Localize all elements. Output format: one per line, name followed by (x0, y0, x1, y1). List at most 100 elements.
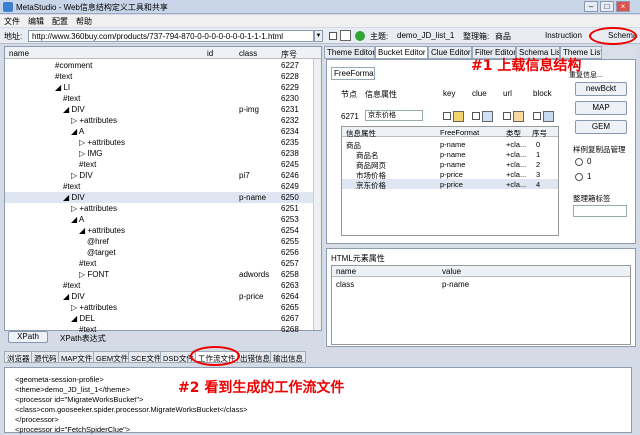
bucket-table-row[interactable]: 京东价格 p-price +cla... 4 (342, 179, 558, 190)
html-attr-h-value: value (442, 267, 462, 276)
url-input[interactable]: http://www.360buy.com/products/737-794-8… (28, 30, 314, 42)
minimize-button[interactable]: – (584, 1, 598, 12)
tree-row[interactable]: ◢ A 6234 (5, 126, 321, 137)
menu-config[interactable]: 配置 (48, 15, 72, 28)
tree-row[interactable]: ◢ LI 6229 (5, 82, 321, 93)
bucket-cell-f: p-name (440, 140, 466, 149)
tree-node-name: #text (79, 160, 97, 169)
key-icon[interactable] (453, 111, 464, 122)
tree-node-name: #text (63, 281, 81, 290)
clue-checkbox[interactable] (472, 112, 480, 120)
instruction-link[interactable]: Instruction (545, 31, 582, 40)
url-checkbox[interactable] (503, 112, 511, 120)
url-dropdown-button[interactable]: ▼ (314, 30, 323, 42)
tree-scrollbar[interactable] (313, 59, 321, 330)
tab-browser[interactable]: 浏览器 (4, 351, 33, 363)
clue-icon[interactable] (482, 111, 493, 122)
tree-node-name: ◢ DIV (63, 193, 85, 202)
tree-node-name: #text (63, 182, 81, 191)
tab-map-file[interactable]: MAP文件 (58, 351, 96, 363)
tree-row[interactable]: #text 6228 (5, 71, 321, 82)
tree-row[interactable]: #comment 6227 (5, 60, 321, 71)
maximize-button[interactable]: □ (600, 1, 614, 12)
bucket-cell-f: p-name (440, 160, 466, 169)
tab-clue-editor[interactable]: Clue Editor (428, 46, 472, 59)
tree-header-class: class (239, 49, 258, 58)
tree-row[interactable]: ▷ IMG 6238 (5, 148, 321, 159)
tree-row[interactable]: ◢ DIV p-name 6250 (5, 192, 321, 203)
attr-input[interactable]: 京东价格 (365, 110, 423, 121)
tree-node-seq: 6230 (281, 94, 299, 103)
map-button[interactable]: MAP (575, 101, 627, 115)
annotation-2: #2 看到生成的工作流文件 (178, 380, 345, 396)
toolbar-checkbox[interactable] (329, 32, 337, 40)
bucket-table-row[interactable]: 商品网页 p-name +cla... 2 (342, 159, 558, 170)
tab-source[interactable]: 源代码 (31, 351, 60, 363)
menu-file[interactable]: 文件 (0, 15, 24, 28)
close-button[interactable]: × (616, 1, 630, 12)
tree-row[interactable]: ▷ FONT adwords 6258 (5, 269, 321, 280)
tree-row[interactable]: #text 6263 (5, 280, 321, 291)
new-bucket-button[interactable]: newBckt (575, 82, 627, 96)
bucket-cell-t: +cla... (506, 140, 527, 149)
tree-node-name: ▷ +attributes (71, 303, 117, 312)
tree-row[interactable]: ▷ +attributes 6232 (5, 115, 321, 126)
url-icon[interactable] (513, 111, 524, 122)
bucket-table-row[interactable]: 市场价格 p-price +cla... 3 (342, 169, 558, 180)
tree-header: name id class 序号 (5, 47, 321, 59)
block-icon[interactable] (543, 111, 554, 122)
bucket-table-row[interactable]: 商品名 p-name +cla... 1 (342, 149, 558, 160)
bt-h-type: 类型 (506, 129, 521, 138)
tree-header-id: id (207, 49, 214, 58)
tree-row[interactable]: ▷ +attributes 6265 (5, 302, 321, 313)
tree-node-class: p-img (239, 105, 260, 114)
bucket-cell-s: 2 (536, 160, 541, 169)
tree-row[interactable]: #text 6245 (5, 159, 321, 170)
tab-sce-file[interactable]: SCE文件 (128, 351, 165, 363)
tree-row[interactable]: #text 6257 (5, 258, 321, 269)
tree-row[interactable]: @target 6256 (5, 247, 321, 258)
gem-button[interactable]: GEM (575, 120, 627, 134)
col-clue: clue (472, 89, 487, 98)
menu-help[interactable]: 帮助 (72, 15, 96, 28)
tree-node-seq: 6264 (281, 292, 299, 301)
radio-0[interactable] (575, 158, 583, 166)
page-icon[interactable] (340, 30, 351, 41)
html-attr-row-name: class (336, 280, 355, 289)
tree-row[interactable]: #text 6249 (5, 181, 321, 192)
tree-node-name: @href (87, 237, 109, 246)
tree-row[interactable]: ◢ +attributes 6254 (5, 225, 321, 236)
tree-node-seq: 6234 (281, 127, 299, 136)
tree-row[interactable]: ▷ DIV pi7 6246 (5, 170, 321, 181)
xpath-button[interactable]: XPath (8, 331, 48, 343)
tree-row[interactable]: #text 6268 (5, 324, 321, 335)
tree-row[interactable]: ◢ A 6253 (5, 214, 321, 225)
key-checkbox[interactable] (443, 112, 451, 120)
tree-row[interactable]: @href 6255 (5, 236, 321, 247)
html-attr-header: name value (332, 266, 630, 277)
tree-row[interactable]: ▷ +attributes 6251 (5, 203, 321, 214)
block-checkbox[interactable] (533, 112, 541, 120)
tree-node-seq: 6227 (281, 61, 299, 70)
tab-theme-editor[interactable]: Theme Editor (324, 46, 375, 59)
bucket-table-row[interactable]: 商品 p-name +cla... 0 (342, 139, 558, 150)
tree-row[interactable]: ◢ DIV p-price 6264 (5, 291, 321, 302)
tree-row[interactable]: ◢ DIV p-img 6231 (5, 104, 321, 115)
sort-tag-input[interactable] (573, 205, 627, 217)
bt-h-attr: 信息属性 (346, 129, 376, 138)
tree-node-name: ◢ DEL (71, 314, 95, 323)
html-attr-row-value: p-name (442, 280, 470, 289)
tree-row[interactable]: #text 6230 (5, 93, 321, 104)
freeformat-tab[interactable]: FreeFormat (331, 67, 375, 80)
tree-row[interactable]: ◢ DEL 6267 (5, 313, 321, 324)
radio-0-label: 0 (587, 157, 592, 166)
tab-bucket-editor[interactable]: Bucket Editor (375, 46, 428, 59)
radio-1[interactable] (575, 173, 583, 181)
tab-output-info[interactable]: 输出信息 (270, 351, 306, 363)
tree-row[interactable]: ▷ +attributes 6235 (5, 137, 321, 148)
annotation-1: #1 上载信息结构 (471, 58, 582, 74)
tab-error-info[interactable]: 出错信息 (237, 351, 273, 363)
tree-node-seq: 6245 (281, 160, 299, 169)
menu-edit[interactable]: 编辑 (24, 15, 48, 28)
tab-gem-file[interactable]: GEM文件 (93, 351, 132, 363)
